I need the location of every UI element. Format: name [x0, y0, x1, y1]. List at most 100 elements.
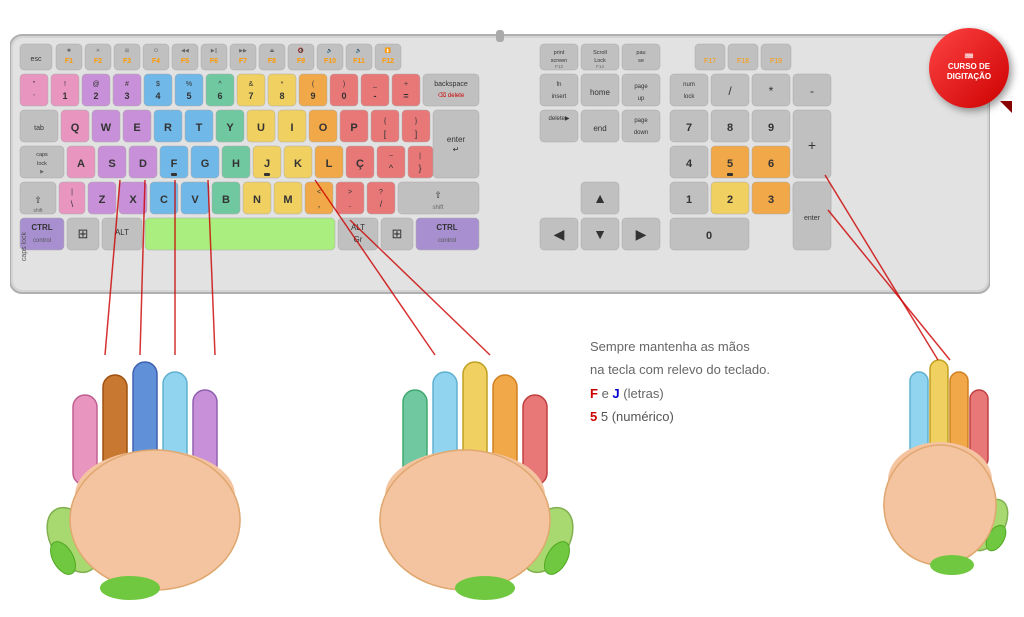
svg-text:Z: Z: [99, 194, 106, 206]
svg-text:U: U: [257, 122, 265, 134]
svg-text:K: K: [294, 158, 302, 170]
svg-text:F2: F2: [94, 58, 102, 65]
svg-text:3: 3: [124, 91, 129, 101]
svg-text:J: J: [264, 158, 270, 170]
svg-text:B: B: [222, 194, 230, 206]
svg-text:W: W: [101, 122, 112, 134]
svg-text:,: ,: [318, 199, 321, 209]
svg-text:F10: F10: [324, 58, 336, 65]
svg-text:L: L: [326, 158, 333, 170]
svg-text:|: |: [71, 189, 73, 196]
info-line2: na tecla com relevo do teclado.: [590, 358, 770, 381]
svg-text:▼: ▼: [593, 226, 607, 242]
svg-text:9: 9: [768, 122, 774, 134]
svg-text:F3: F3: [123, 58, 131, 65]
svg-text:F13: F13: [555, 64, 563, 69]
svg-text:Q: Q: [71, 122, 80, 134]
svg-text:3: 3: [768, 194, 774, 206]
svg-text:🔉: 🔉: [327, 48, 333, 54]
svg-text:control: control: [33, 238, 51, 244]
svg-text:⏏: ⏏: [270, 48, 275, 54]
svg-text:8: 8: [727, 122, 733, 134]
numpad-hand-svg: [870, 310, 1010, 580]
svg-text:ALT: ALT: [115, 228, 129, 237]
svg-text:F11: F11: [353, 58, 365, 65]
info-text: Sempre mantenha as mãos na tecla com rel…: [590, 335, 770, 429]
svg-text:*: *: [281, 81, 284, 88]
caps-lock-text: caps lock: [21, 232, 28, 261]
svg-text:tab: tab: [34, 125, 44, 132]
svg-text:Gr: Gr: [354, 235, 363, 244]
svg-text:8: 8: [279, 91, 284, 101]
svg-text:#: #: [125, 81, 129, 88]
svg-text:🔊: 🔊: [356, 47, 362, 54]
svg-text:print: print: [554, 50, 565, 56]
svg-text:E: E: [133, 122, 140, 134]
svg-text:caps: caps: [36, 152, 48, 158]
svg-text:P: P: [350, 122, 357, 134]
svg-text:6: 6: [217, 91, 222, 101]
svg-text:CTRL: CTRL: [31, 223, 52, 232]
badge-circle: ⌨ CURSO DE DIGITAÇÃO: [929, 28, 1009, 108]
svg-text:O: O: [319, 122, 328, 134]
svg-text:A: A: [77, 158, 85, 170]
svg-text:C: C: [160, 194, 168, 206]
info-line3: F e J (letras): [590, 382, 770, 405]
svg-text:+: +: [404, 81, 408, 88]
svg-text:F6: F6: [210, 58, 218, 65]
svg-text:!: !: [64, 81, 66, 88]
svg-text:☀: ☀: [96, 48, 101, 54]
svg-text:▶||: ▶||: [211, 48, 217, 54]
badge-line1: CURSO DE: [948, 62, 990, 72]
left-hand-svg: [45, 310, 265, 600]
info-letras-label: (letras): [623, 386, 663, 401]
svg-text:F: F: [171, 158, 178, 170]
svg-text:6: 6: [768, 158, 774, 170]
svg-text:|: |: [419, 153, 421, 160]
hands-area: Sempre mantenha as mãos na tecla com rel…: [0, 295, 1024, 615]
svg-text:⊞: ⊞: [125, 48, 129, 54]
badge: ⌨ CURSO DE DIGITAÇÃO: [929, 28, 1009, 108]
svg-text:control: control: [438, 238, 456, 244]
svg-text:7: 7: [248, 91, 253, 101]
svg-text:delete▶: delete▶: [549, 116, 570, 122]
svg-text:+: +: [808, 137, 816, 153]
svg-text:2: 2: [727, 194, 733, 206]
svg-text:▶: ▶: [40, 169, 44, 175]
svg-text:num: num: [683, 82, 695, 88]
svg-text:enter: enter: [447, 135, 466, 144]
svg-text:🔇: 🔇: [298, 47, 304, 54]
svg-text:F5: F5: [181, 58, 189, 65]
svg-text:◀◀: ◀◀: [181, 48, 189, 54]
svg-text:}: }: [418, 163, 421, 173]
svg-text:Y: Y: [226, 122, 234, 134]
svg-text:F12: F12: [382, 58, 394, 65]
svg-text:D: D: [139, 158, 147, 170]
svg-text:=: =: [403, 91, 408, 101]
svg-text:4: 4: [155, 91, 160, 101]
svg-text:H: H: [232, 158, 240, 170]
svg-text:↵: ↵: [453, 145, 460, 154]
svg-text:.: .: [349, 199, 352, 209]
svg-text:): ): [343, 81, 345, 88]
svg-text:0: 0: [341, 91, 346, 101]
svg-text:G: G: [201, 158, 210, 170]
svg-text:◀: ◀: [554, 226, 565, 242]
svg-text:F8: F8: [268, 58, 276, 65]
svg-text:F9: F9: [297, 58, 305, 65]
svg-text:▶: ▶: [636, 226, 647, 242]
svg-text:X: X: [129, 194, 137, 206]
svg-text:N: N: [253, 194, 261, 206]
info-numerico-label: 5 (numérico): [601, 409, 674, 424]
svg-text:⇧: ⇧: [434, 190, 442, 200]
svg-text:▲: ▲: [593, 190, 607, 206]
info-line4: 5 5 (numérico): [590, 405, 770, 428]
svg-text:pau: pau: [636, 50, 645, 56]
svg-text:F7: F7: [239, 58, 247, 65]
svg-text:page: page: [634, 84, 648, 90]
svg-text:⏫: ⏫: [385, 47, 391, 54]
svg-text:I: I: [290, 122, 293, 134]
svg-text:9: 9: [310, 91, 315, 101]
svg-text:$: $: [156, 81, 160, 88]
svg-text:end: end: [593, 124, 606, 133]
